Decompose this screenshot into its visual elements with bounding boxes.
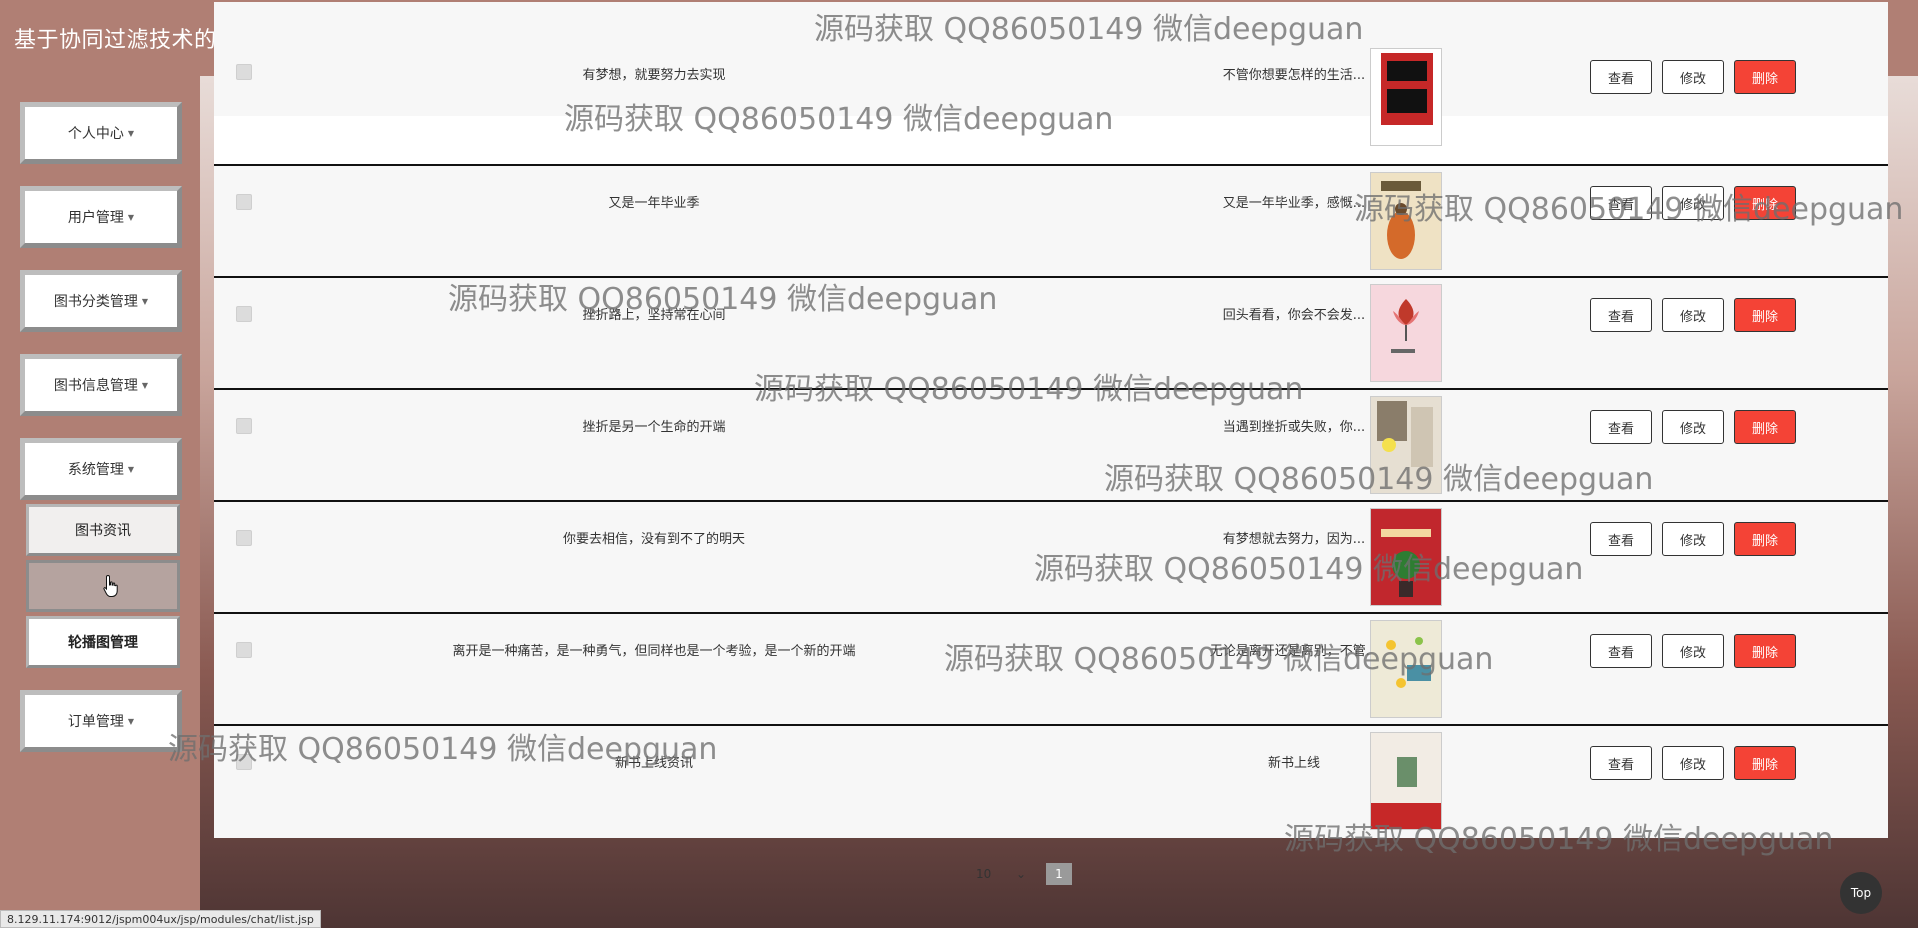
- row-checkbox[interactable]: [236, 754, 252, 770]
- book-cover-art: [1371, 733, 1441, 829]
- edit-button[interactable]: 修改: [1662, 746, 1724, 780]
- table-row: 挫折是另一个生命的开端 当遇到挫折或失败，你... 查看 修改 删除: [214, 388, 1888, 500]
- page-size-value: 10: [976, 867, 992, 881]
- cell-title: 你要去相信，没有到不了的明天: [562, 532, 745, 547]
- view-button[interactable]: 查看: [1590, 186, 1652, 220]
- sidebar: 个人中心 ▼ 用户管理 ▼ 图书分类管理 ▼ 图书信息管理 ▼ 系统管理 ▼ 图书资讯 轮…: [0, 76, 200, 928]
- cell-title: 挫折是另一个生命的开端: [582, 420, 726, 435]
- view-button[interactable]: 查看: [1590, 634, 1652, 668]
- book-cover-art: [1371, 173, 1441, 269]
- view-button[interactable]: 查看: [1590, 298, 1652, 332]
- caret-down-icon: ▼: [141, 380, 149, 390]
- row-checkbox[interactable]: [236, 418, 252, 434]
- view-button[interactable]: 查看: [1590, 60, 1652, 94]
- delete-button[interactable]: 删除: [1734, 410, 1796, 444]
- row-checkbox[interactable]: [236, 642, 252, 658]
- sidebar-item-label: 图书信息管理: [53, 378, 138, 394]
- table-row: 新书上线资讯 新书上线 查看 修改 删除: [214, 724, 1888, 838]
- pagination: 10 ⌄ 1: [970, 862, 1072, 886]
- page-number-button[interactable]: 1: [1046, 863, 1072, 885]
- cell-title: 离开是一种痛苦，是一种勇气，但同样也是一个考验，是一个新的开端: [452, 644, 856, 659]
- sidebar-item-system-management[interactable]: 系统管理 ▼: [20, 438, 182, 500]
- sidebar-item-label: 系统管理: [67, 462, 124, 478]
- sidebar-item-label: 订单管理: [67, 714, 124, 730]
- book-cover-image: [1370, 396, 1442, 494]
- cell-title: 又是一年毕业季: [608, 196, 700, 211]
- sidebar-subitem-label: 图书资讯: [75, 523, 131, 539]
- sidebar-subitem-book-news[interactable]: 图书资讯: [26, 504, 180, 556]
- edit-button[interactable]: 修改: [1662, 186, 1724, 220]
- book-cover-image: [1370, 620, 1442, 718]
- status-url: 8.129.11.174:9012/jspm004ux/jsp/modules/…: [0, 910, 321, 928]
- chevron-down-icon: ⌄: [1015, 867, 1026, 881]
- back-to-top-button[interactable]: Top: [1840, 872, 1882, 914]
- table-row: 离开是一种痛苦，是一种勇气，但同样也是一个考验，是一个新的开端 无论是离开还是离…: [214, 612, 1888, 724]
- hand-cursor-icon: [103, 574, 118, 597]
- book-cover-image: [1370, 284, 1442, 382]
- view-button[interactable]: 查看: [1590, 410, 1652, 444]
- cell-title: 挫折路上，坚持常在心间: [582, 308, 726, 323]
- table-row: 有梦想，就要努力去实现 不管你想要怎样的生活... 查看 修改 删除: [214, 2, 1888, 146]
- delete-button[interactable]: 删除: [1734, 298, 1796, 332]
- book-cover-art: [1371, 397, 1441, 493]
- row-checkbox[interactable]: [236, 194, 252, 210]
- sidebar-item-personal-center[interactable]: 个人中心 ▼: [20, 102, 182, 164]
- sidebar-item-category-management[interactable]: 图书分类管理 ▼: [20, 270, 182, 332]
- edit-button[interactable]: 修改: [1662, 60, 1724, 94]
- book-cover-art: [1371, 621, 1441, 717]
- sidebar-subitem-carousel-management[interactable]: 轮播图管理: [26, 616, 180, 668]
- book-cover-image: [1370, 508, 1442, 606]
- cell-intro: 当遇到挫折或失败，你...: [1222, 420, 1366, 435]
- row-checkbox[interactable]: [236, 306, 252, 322]
- view-button[interactable]: 查看: [1590, 522, 1652, 556]
- caret-down-icon: ▼: [127, 128, 135, 138]
- book-cover-art: [1371, 49, 1441, 145]
- table-row: 又是一年毕业季 又是一年毕业季，感慨... 查看 修改 删除: [214, 164, 1888, 276]
- row-checkbox[interactable]: [236, 64, 252, 80]
- table-row: 你要去相信，没有到不了的明天 有梦想就去努力，因为... 查看 修改 删除: [214, 500, 1888, 612]
- caret-down-icon: ▼: [127, 464, 135, 474]
- sidebar-item-label: 用户管理: [67, 210, 124, 226]
- delete-button[interactable]: 删除: [1734, 634, 1796, 668]
- book-cover-image: [1370, 732, 1442, 830]
- sidebar-item-label: 图书分类管理: [53, 294, 138, 310]
- table-row: 挫折路上，坚持常在心间 回头看看，你会不会发... 查看 修改 删除: [214, 276, 1888, 388]
- page-size-select[interactable]: 10 ⌄: [970, 862, 1032, 886]
- edit-button[interactable]: 修改: [1662, 634, 1724, 668]
- edit-button[interactable]: 修改: [1662, 298, 1724, 332]
- view-button[interactable]: 查看: [1590, 746, 1652, 780]
- delete-button[interactable]: 删除: [1734, 60, 1796, 94]
- book-cover-image: [1370, 48, 1442, 146]
- book-cover-art: [1371, 509, 1441, 605]
- row-checkbox[interactable]: [236, 530, 252, 546]
- caret-down-icon: ▼: [141, 296, 149, 306]
- edit-button[interactable]: 修改: [1662, 522, 1724, 556]
- sidebar-item-book-info-management[interactable]: 图书信息管理 ▼: [20, 354, 182, 416]
- sidebar-item-user-management[interactable]: 用户管理 ▼: [20, 186, 182, 248]
- sidebar-subitem-label: 轮播图管理: [68, 635, 138, 651]
- sidebar-item-label: 个人中心: [67, 126, 124, 142]
- edit-button[interactable]: 修改: [1662, 410, 1724, 444]
- cell-intro: 又是一年毕业季，感慨...: [1222, 196, 1366, 211]
- book-cover-art: [1371, 285, 1441, 381]
- caret-down-icon: ▼: [127, 716, 135, 726]
- data-table: 有梦想，就要努力去实现 不管你想要怎样的生活... 查看 修改 删除 又是一年毕…: [214, 2, 1888, 838]
- delete-button[interactable]: 删除: [1734, 522, 1796, 556]
- cell-intro: 不管你想要怎样的生活...: [1222, 68, 1366, 83]
- cell-intro: 有梦想就去努力，因为...: [1222, 532, 1366, 547]
- cell-title: 新书上线资讯: [614, 756, 693, 771]
- cell-intro: 新书上线: [1267, 756, 1320, 771]
- cell-title: 有梦想，就要努力去实现: [582, 68, 726, 83]
- book-cover-image: [1370, 172, 1442, 270]
- sidebar-item-order-management[interactable]: 订单管理 ▼: [20, 690, 182, 752]
- delete-button[interactable]: 删除: [1734, 746, 1796, 780]
- cell-intro: 无论是离开还是离别，不管...: [1209, 644, 1379, 659]
- delete-button[interactable]: 删除: [1734, 186, 1796, 220]
- cell-intro: 回头看看，你会不会发...: [1222, 308, 1366, 323]
- caret-down-icon: ▼: [127, 212, 135, 222]
